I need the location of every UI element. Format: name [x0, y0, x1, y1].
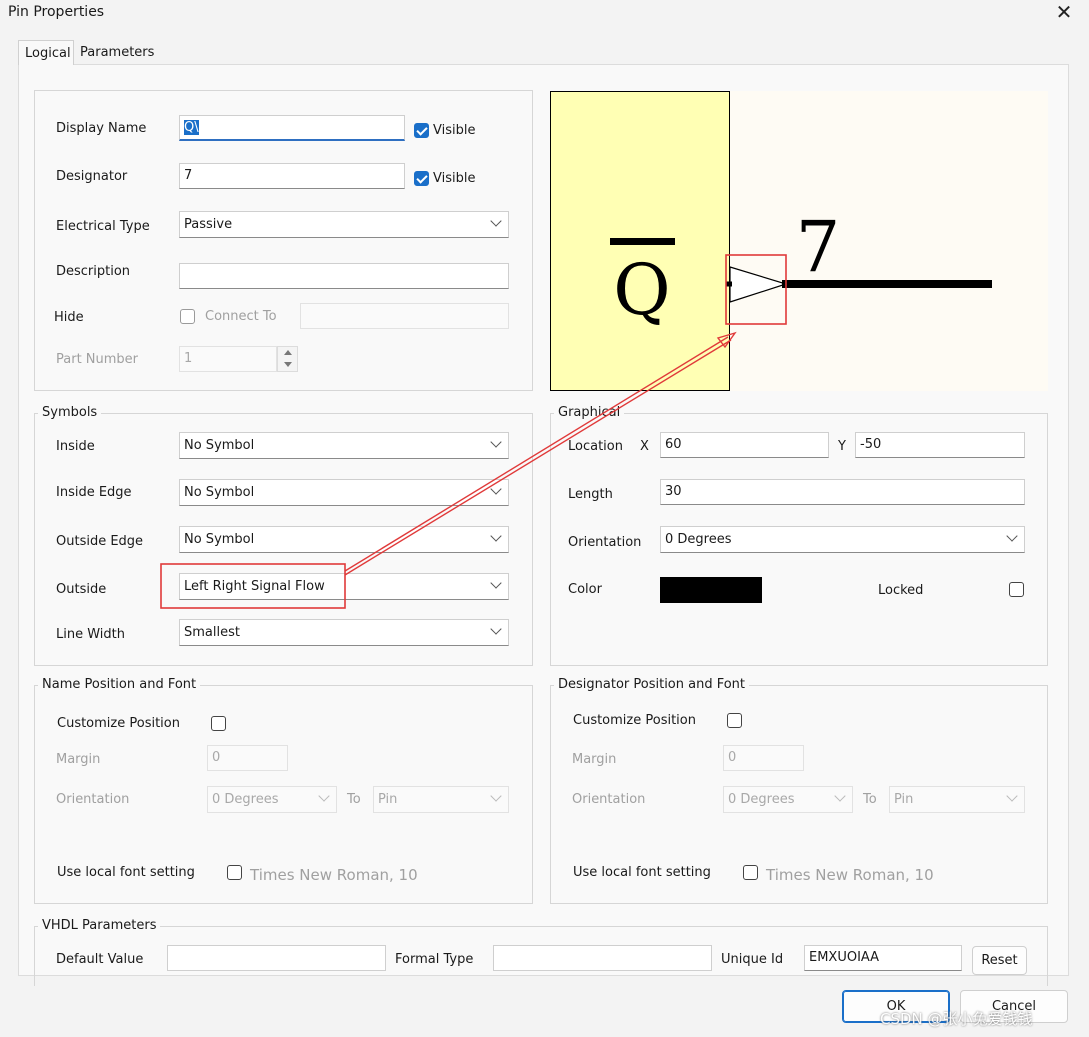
- annotation-box: [160, 563, 346, 609]
- tab-logical[interactable]: Logical: [18, 40, 74, 65]
- annotation-arrow: [344, 336, 729, 572]
- annotation-arrow-outline: [344, 339, 732, 576]
- watermark-text: CSDN @张小兔爱钱钱: [880, 1010, 1033, 1028]
- annotation-arrowhead: [716, 331, 737, 349]
- annotation-overlay: [160, 331, 737, 609]
